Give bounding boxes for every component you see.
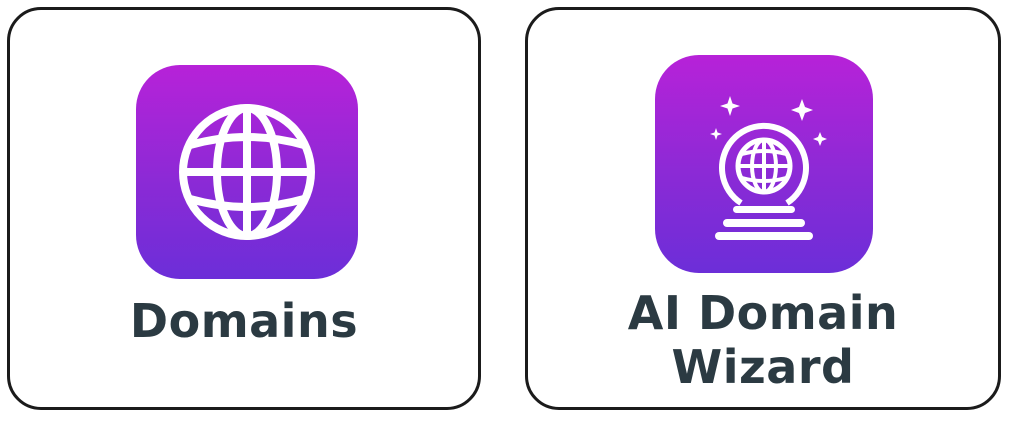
crystal-ball-base <box>715 206 813 240</box>
ai-domain-wizard-card[interactable]: AI Domain Wizard <box>525 7 1001 410</box>
label-line-2: Wizard <box>671 340 855 394</box>
domains-card[interactable]: Domains <box>7 7 481 410</box>
ai-domain-wizard-app-icon <box>655 55 873 273</box>
crystal-ball-globe-icon <box>710 96 827 240</box>
label-line-1: AI Domain <box>627 286 899 340</box>
globe-icon <box>179 104 315 240</box>
domains-app-icon <box>136 65 358 279</box>
ai-domain-wizard-label: AI Domain Wizard <box>528 286 998 394</box>
domains-label: Domains <box>129 294 359 348</box>
